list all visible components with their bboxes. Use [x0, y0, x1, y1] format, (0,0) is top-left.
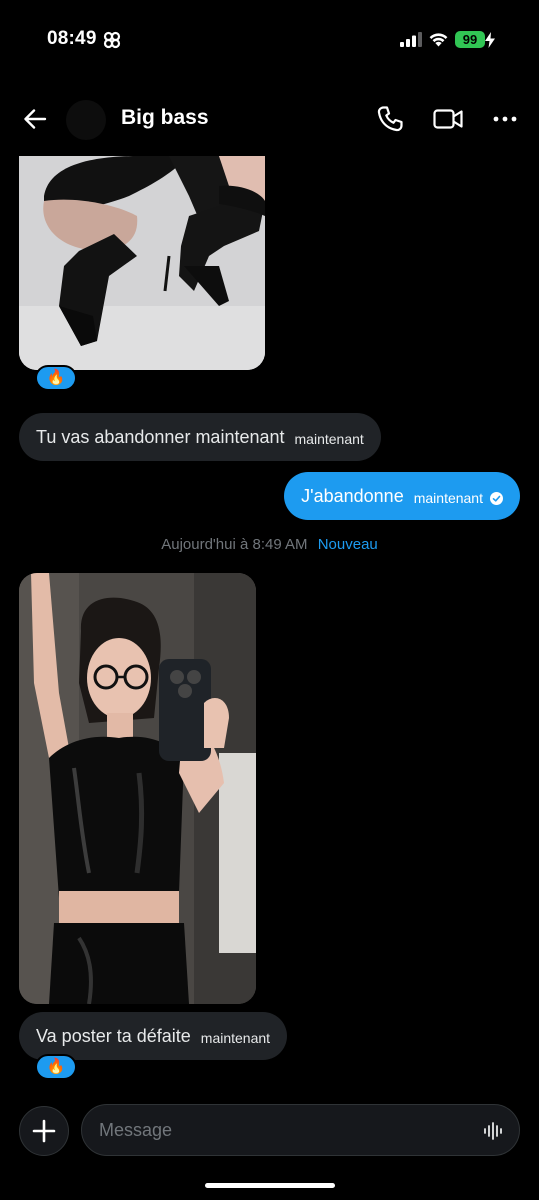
new-messages-label: Nouveau	[317, 536, 378, 553]
read-check-icon	[490, 491, 503, 505]
message-time: maintenant	[294, 431, 364, 447]
message-text: J'abandonne	[301, 485, 404, 506]
image-boots-content	[19, 156, 265, 370]
outgoing-message-bubble[interactable]: J'abandonne maintenant	[284, 472, 520, 520]
status-bar: 08:49 99	[0, 0, 539, 80]
message-text: Va poster ta défaite	[36, 1025, 191, 1046]
focus-icon	[103, 31, 121, 49]
incoming-message-bubble[interactable]: Va poster ta défaite maintenant	[19, 1012, 288, 1060]
more-icon[interactable]	[490, 104, 520, 134]
message-text: Tu vas abandonner maintenant	[36, 426, 285, 447]
battery-icon: 99	[455, 31, 485, 48]
voice-message-icon[interactable]	[483, 1121, 503, 1141]
message-composer	[81, 1104, 520, 1156]
image-selfie-content	[19, 573, 256, 1004]
conversation-header: Big bass	[0, 90, 539, 148]
message-image[interactable]	[19, 156, 265, 370]
home-indicator	[205, 1183, 335, 1188]
back-arrow-icon[interactable]	[18, 102, 52, 136]
status-time: 08:49	[47, 28, 97, 49]
phone-icon[interactable]	[375, 104, 405, 134]
plus-icon	[32, 1119, 56, 1143]
charging-bolt-icon	[485, 32, 495, 48]
date-divider: Aujourd'hui à 8:49 AM Nouveau	[0, 536, 539, 553]
divider-date: Aujourd'hui à 8:49 AM	[161, 536, 308, 553]
message-time: maintenant	[413, 490, 483, 506]
message-image[interactable]	[19, 573, 256, 1004]
video-camera-icon[interactable]	[432, 104, 464, 134]
incoming-message-bubble[interactable]: Tu vas abandonner maintenant maintenant	[19, 413, 381, 461]
conversation-title[interactable]: Big bass	[121, 106, 209, 130]
avatar[interactable]	[66, 100, 106, 140]
message-reaction[interactable]: 🔥	[35, 1054, 77, 1080]
message-time: maintenant	[200, 1030, 271, 1046]
wifi-icon	[429, 33, 448, 47]
message-input[interactable]	[99, 1105, 469, 1155]
message-reaction[interactable]: 🔥	[35, 365, 77, 391]
add-attachment-button[interactable]	[19, 1106, 69, 1156]
signal-icon	[400, 32, 422, 47]
